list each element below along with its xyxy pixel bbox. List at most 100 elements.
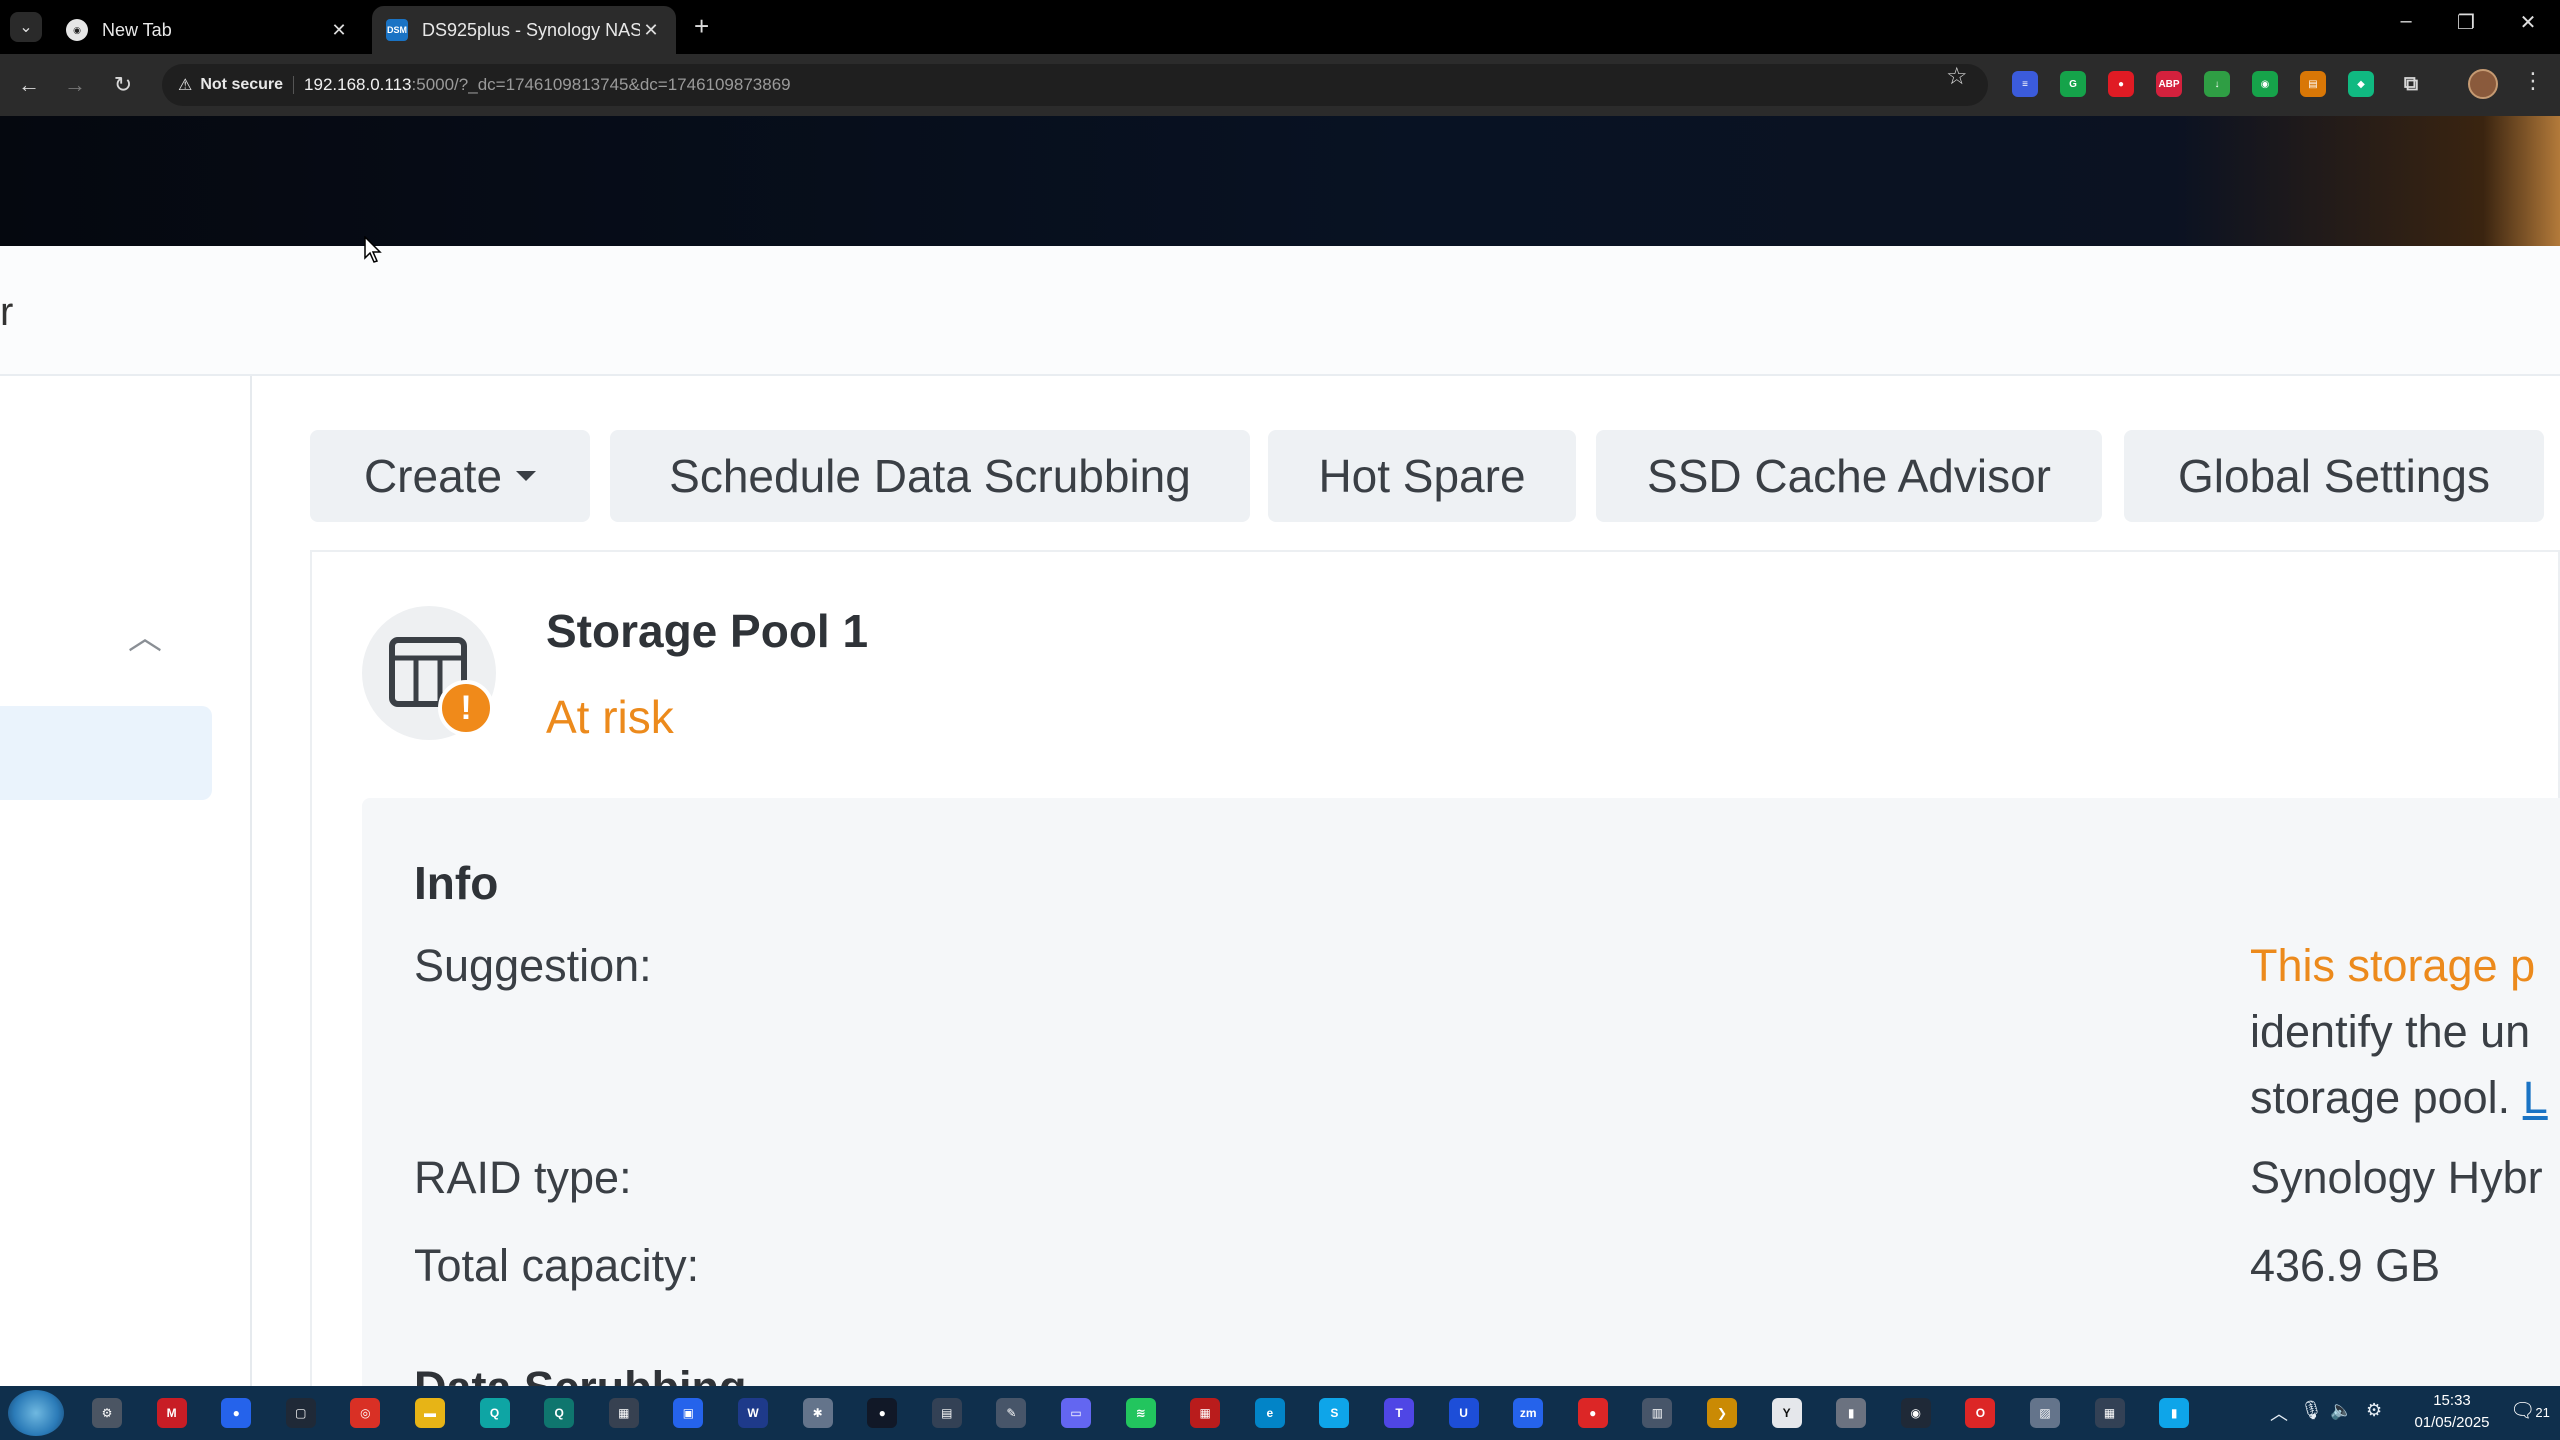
terminal-app-icon[interactable]: ❯ xyxy=(1707,1398,1737,1428)
global-settings-button[interactable]: Global Settings xyxy=(2124,430,2544,522)
green-ext-icon[interactable]: ◉ xyxy=(2252,71,2278,97)
dsm-desktop-banner xyxy=(0,116,2560,246)
download-ext-icon[interactable]: ↓ xyxy=(2204,71,2230,97)
clock-date: 01/05/2025 xyxy=(2414,1414,2490,1431)
restore-icon[interactable]: ❐ xyxy=(2446,10,2486,35)
tray-chevron-up-icon[interactable]: ︿ xyxy=(2270,1400,2288,1426)
create-button-label: Create xyxy=(363,450,503,502)
warning-triangle-icon: ⚠ xyxy=(178,77,193,94)
tab-close-icon[interactable]: ✕ xyxy=(328,20,350,41)
reload-icon[interactable]: ↻ xyxy=(106,68,140,102)
doc-app-icon[interactable]: ▤ xyxy=(931,1398,962,1428)
grammarly-ext-icon[interactable]: G xyxy=(2060,71,2086,97)
tab-new-tab[interactable]: ◉ New Tab ✕ xyxy=(52,6,364,54)
tab-synology-nas[interactable]: DSM DS925plus - Synology NAS ✕ xyxy=(372,6,676,54)
teams-app-icon[interactable]: T xyxy=(1384,1398,1414,1428)
volume-icon[interactable]: 🔈 xyxy=(2330,1400,2352,1421)
microphone-icon[interactable]: 🎙 xyxy=(2300,1400,2323,1421)
learn-more-link[interactable]: L xyxy=(2523,1072,2548,1123)
notification-center-icon[interactable]: 🗨21 xyxy=(2510,1398,2550,1423)
suggestion-text-line3: storage pool. L xyxy=(2250,1072,2548,1124)
minimize-icon[interactable]: – xyxy=(2386,10,2426,33)
media-app-icon[interactable]: ◉ xyxy=(1900,1398,1931,1428)
adblock-ext-icon[interactable]: ABP xyxy=(2156,71,2182,97)
bars-app-icon[interactable]: ▮ xyxy=(2159,1398,2190,1428)
schedule-data-scrubbing-button[interactable]: Schedule Data Scrubbing xyxy=(610,430,1250,522)
profile-avatar[interactable] xyxy=(2468,69,2498,99)
red-ext-icon[interactable]: ● xyxy=(2108,71,2134,97)
info-panel xyxy=(362,798,2560,1386)
extensions-puzzle-icon[interactable]: ⧉ xyxy=(2398,71,2424,97)
storage-manager-header xyxy=(0,246,2560,376)
word-app-icon[interactable]: W xyxy=(738,1398,768,1428)
tab-close-icon[interactable]: ✕ xyxy=(640,20,662,41)
address-bar[interactable]: ⚠ Not secure 192.168.0.113 :5000/?_dc=17… xyxy=(162,64,1988,106)
forward-arrow-icon[interactable]: → xyxy=(58,68,92,102)
usb-app-icon[interactable]: ▮ xyxy=(1836,1398,1867,1428)
suggestion-text: storage pool. xyxy=(2250,1072,2523,1123)
browser-menu-icon[interactable]: ⋮ xyxy=(2522,68,2544,94)
skype-app-icon[interactable]: S xyxy=(1319,1398,1350,1428)
window-close-icon[interactable]: ✕ xyxy=(2508,10,2548,35)
record-app-icon[interactable]: ● xyxy=(1577,1398,1608,1428)
raid-type-label: RAID type: xyxy=(414,1152,632,1203)
total-capacity-value: 436.9 GB xyxy=(2250,1240,2441,1291)
hot-spare-button[interactable]: Hot Spare xyxy=(1268,430,1576,522)
ssd-cache-advisor-button[interactable]: SSD Cache Advisor xyxy=(1596,430,2102,522)
opera-app-icon[interactable]: O xyxy=(1965,1398,1996,1428)
create-button[interactable]: Create xyxy=(310,430,590,522)
collapse-chevron-up-icon[interactable]: ︿ xyxy=(128,610,162,659)
edit-app-icon[interactable]: ✎ xyxy=(996,1398,1027,1428)
monitor-app-icon[interactable]: ▭ xyxy=(1061,1398,1091,1428)
window-app-icon[interactable]: ▢ xyxy=(285,1398,316,1428)
raid-type-value: Synology Hybr xyxy=(2250,1152,2543,1203)
magnifier-app-icon[interactable]: Q xyxy=(544,1398,575,1428)
browser-app-icon[interactable]: e xyxy=(1254,1398,1285,1428)
url-host: 192.168.0.113 xyxy=(304,75,412,94)
translate-ext-icon[interactable]: ≡ xyxy=(2012,71,2038,97)
suggestion-label: Suggestion: xyxy=(414,940,652,991)
sidebar-item-selected[interactable] xyxy=(0,706,212,800)
mouse-cursor-icon xyxy=(364,236,382,263)
notification-count: 21 xyxy=(2535,1405,2550,1420)
tab-search-dropdown-button[interactable]: ⌄ xyxy=(10,12,42,42)
dot-app-icon[interactable]: ● xyxy=(221,1398,252,1428)
green-app-icon[interactable]: ≋ xyxy=(1125,1398,1156,1428)
dsm-favicon-icon: DSM xyxy=(386,19,408,41)
tray-settings-icon[interactable]: ⚙ xyxy=(2366,1400,2382,1421)
chrome-icon: ◉ xyxy=(66,19,88,41)
store-app-icon[interactable]: ▣ xyxy=(673,1398,704,1428)
search-app-icon[interactable]: Q xyxy=(479,1398,510,1428)
orange-ext-icon[interactable]: ▤ xyxy=(2300,71,2326,97)
window-title-fragment: r xyxy=(0,290,14,334)
calculator-app-icon[interactable]: ▦ xyxy=(2094,1398,2125,1428)
network-app-icon[interactable]: ✱ xyxy=(802,1398,833,1428)
tab-title: New Tab xyxy=(102,19,172,40)
bookmark-star-icon[interactable]: ☆ xyxy=(1946,62,1968,91)
chrome-app-icon[interactable]: ◎ xyxy=(350,1398,381,1428)
url-path: :5000/?_dc=1746109813745&dc=174610987386… xyxy=(411,75,791,94)
new-tab-button[interactable]: + xyxy=(694,12,709,40)
yandex-app-icon[interactable]: Y xyxy=(1771,1398,1802,1428)
red-black-app-icon[interactable]: ● xyxy=(867,1398,898,1428)
data-scrubbing-heading: Data Scrubbing xyxy=(414,1362,747,1386)
security-label[interactable]: Not secure xyxy=(200,76,295,94)
remote-app-icon[interactable]: ▥ xyxy=(1642,1398,1673,1428)
u-app-icon[interactable]: U xyxy=(1448,1398,1479,1428)
grid-app-icon[interactable]: ▦ xyxy=(1190,1398,1221,1428)
system-clock[interactable]: 15:33 01/05/2025 xyxy=(2406,1390,2498,1434)
total-capacity-label: Total capacity: xyxy=(414,1240,700,1291)
explorer-app-icon[interactable]: ▬ xyxy=(415,1398,445,1428)
chart-app-icon[interactable]: ▨ xyxy=(2030,1398,2060,1428)
zoom-app-icon[interactable]: zm xyxy=(1513,1398,1544,1428)
browser-toolbar: ← → ↻ ⚠ Not secure 192.168.0.113 :5000/?… xyxy=(0,54,2560,116)
mcafee-app-icon[interactable]: M xyxy=(156,1398,187,1428)
tab-title: DS925plus - Synology NAS xyxy=(422,19,640,40)
calc-app-icon[interactable]: ▦ xyxy=(608,1398,639,1428)
back-arrow-icon[interactable]: ← xyxy=(12,68,46,102)
teal-ext-icon[interactable]: ◆ xyxy=(2348,71,2374,97)
suggestion-text-line2: identify the un xyxy=(2250,1006,2531,1057)
settings-app-icon[interactable]: ⚙ xyxy=(92,1398,122,1428)
start-button-icon[interactable] xyxy=(8,1390,64,1436)
pool-status: At risk xyxy=(546,691,674,743)
